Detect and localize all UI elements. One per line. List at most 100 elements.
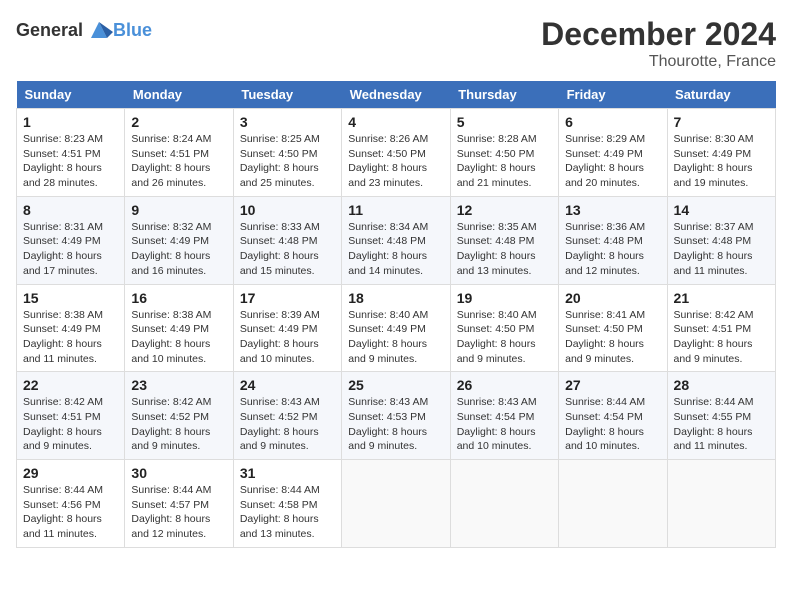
day-info: Sunrise: 8:24 AMSunset: 4:51 PMDaylight:… bbox=[131, 133, 211, 189]
day-info: Sunrise: 8:33 AMSunset: 4:48 PMDaylight:… bbox=[240, 221, 320, 277]
day-number: 15 bbox=[23, 290, 118, 306]
col-monday: Monday bbox=[125, 81, 233, 109]
col-saturday: Saturday bbox=[667, 81, 775, 109]
page-header: General Blue December 2024 Thourotte, Fr… bbox=[16, 16, 776, 71]
day-number: 31 bbox=[240, 465, 335, 481]
title-block: December 2024 Thourotte, France bbox=[541, 16, 776, 71]
table-row: 12 Sunrise: 8:35 AMSunset: 4:48 PMDaylig… bbox=[450, 196, 558, 284]
day-number: 3 bbox=[240, 114, 335, 130]
day-info: Sunrise: 8:34 AMSunset: 4:48 PMDaylight:… bbox=[348, 221, 428, 277]
day-number: 12 bbox=[457, 202, 552, 218]
table-row: 17 Sunrise: 8:39 AMSunset: 4:49 PMDaylig… bbox=[233, 284, 341, 372]
month-title: December 2024 bbox=[541, 16, 776, 53]
day-info: Sunrise: 8:31 AMSunset: 4:49 PMDaylight:… bbox=[23, 221, 103, 277]
day-number: 25 bbox=[348, 377, 443, 393]
day-info: Sunrise: 8:29 AMSunset: 4:49 PMDaylight:… bbox=[565, 133, 645, 189]
table-row: 22 Sunrise: 8:42 AMSunset: 4:51 PMDaylig… bbox=[17, 372, 125, 460]
day-info: Sunrise: 8:23 AMSunset: 4:51 PMDaylight:… bbox=[23, 133, 103, 189]
table-row: 23 Sunrise: 8:42 AMSunset: 4:52 PMDaylig… bbox=[125, 372, 233, 460]
table-row: 25 Sunrise: 8:43 AMSunset: 4:53 PMDaylig… bbox=[342, 372, 450, 460]
day-info: Sunrise: 8:30 AMSunset: 4:49 PMDaylight:… bbox=[674, 133, 754, 189]
day-info: Sunrise: 8:38 AMSunset: 4:49 PMDaylight:… bbox=[131, 309, 211, 365]
table-row: 2 Sunrise: 8:24 AMSunset: 4:51 PMDayligh… bbox=[125, 109, 233, 197]
col-friday: Friday bbox=[559, 81, 667, 109]
table-row: 29 Sunrise: 8:44 AMSunset: 4:56 PMDaylig… bbox=[17, 460, 125, 548]
table-row: 20 Sunrise: 8:41 AMSunset: 4:50 PMDaylig… bbox=[559, 284, 667, 372]
table-row: 28 Sunrise: 8:44 AMSunset: 4:55 PMDaylig… bbox=[667, 372, 775, 460]
table-row: 10 Sunrise: 8:33 AMSunset: 4:48 PMDaylig… bbox=[233, 196, 341, 284]
day-info: Sunrise: 8:28 AMSunset: 4:50 PMDaylight:… bbox=[457, 133, 537, 189]
table-row: 18 Sunrise: 8:40 AMSunset: 4:49 PMDaylig… bbox=[342, 284, 450, 372]
table-row: 1 Sunrise: 8:23 AMSunset: 4:51 PMDayligh… bbox=[17, 109, 125, 197]
day-info: Sunrise: 8:44 AMSunset: 4:54 PMDaylight:… bbox=[565, 396, 645, 452]
day-info: Sunrise: 8:44 AMSunset: 4:57 PMDaylight:… bbox=[131, 484, 211, 540]
table-row: 14 Sunrise: 8:37 AMSunset: 4:48 PMDaylig… bbox=[667, 196, 775, 284]
table-row: 31 Sunrise: 8:44 AMSunset: 4:58 PMDaylig… bbox=[233, 460, 341, 548]
day-info: Sunrise: 8:37 AMSunset: 4:48 PMDaylight:… bbox=[674, 221, 754, 277]
calendar-row: 22 Sunrise: 8:42 AMSunset: 4:51 PMDaylig… bbox=[17, 372, 776, 460]
table-row: 16 Sunrise: 8:38 AMSunset: 4:49 PMDaylig… bbox=[125, 284, 233, 372]
day-number: 13 bbox=[565, 202, 660, 218]
day-number: 11 bbox=[348, 202, 443, 218]
table-row: 30 Sunrise: 8:44 AMSunset: 4:57 PMDaylig… bbox=[125, 460, 233, 548]
table-row bbox=[450, 460, 558, 548]
logo-general: General bbox=[16, 20, 83, 41]
table-row: 27 Sunrise: 8:44 AMSunset: 4:54 PMDaylig… bbox=[559, 372, 667, 460]
day-info: Sunrise: 8:36 AMSunset: 4:48 PMDaylight:… bbox=[565, 221, 645, 277]
day-number: 28 bbox=[674, 377, 769, 393]
col-thursday: Thursday bbox=[450, 81, 558, 109]
day-number: 20 bbox=[565, 290, 660, 306]
day-number: 9 bbox=[131, 202, 226, 218]
table-row: 9 Sunrise: 8:32 AMSunset: 4:49 PMDayligh… bbox=[125, 196, 233, 284]
day-number: 10 bbox=[240, 202, 335, 218]
day-number: 17 bbox=[240, 290, 335, 306]
calendar-header-row: Sunday Monday Tuesday Wednesday Thursday… bbox=[17, 81, 776, 109]
col-wednesday: Wednesday bbox=[342, 81, 450, 109]
day-number: 16 bbox=[131, 290, 226, 306]
table-row: 11 Sunrise: 8:34 AMSunset: 4:48 PMDaylig… bbox=[342, 196, 450, 284]
day-number: 22 bbox=[23, 377, 118, 393]
logo: General Blue bbox=[16, 16, 152, 44]
table-row: 8 Sunrise: 8:31 AMSunset: 4:49 PMDayligh… bbox=[17, 196, 125, 284]
table-row: 5 Sunrise: 8:28 AMSunset: 4:50 PMDayligh… bbox=[450, 109, 558, 197]
day-number: 23 bbox=[131, 377, 226, 393]
day-info: Sunrise: 8:35 AMSunset: 4:48 PMDaylight:… bbox=[457, 221, 537, 277]
day-info: Sunrise: 8:42 AMSunset: 4:52 PMDaylight:… bbox=[131, 396, 211, 452]
day-info: Sunrise: 8:32 AMSunset: 4:49 PMDaylight:… bbox=[131, 221, 211, 277]
day-info: Sunrise: 8:42 AMSunset: 4:51 PMDaylight:… bbox=[674, 309, 754, 365]
day-info: Sunrise: 8:43 AMSunset: 4:52 PMDaylight:… bbox=[240, 396, 320, 452]
day-info: Sunrise: 8:42 AMSunset: 4:51 PMDaylight:… bbox=[23, 396, 103, 452]
day-info: Sunrise: 8:44 AMSunset: 4:55 PMDaylight:… bbox=[674, 396, 754, 452]
day-info: Sunrise: 8:43 AMSunset: 4:53 PMDaylight:… bbox=[348, 396, 428, 452]
day-info: Sunrise: 8:40 AMSunset: 4:49 PMDaylight:… bbox=[348, 309, 428, 365]
table-row bbox=[559, 460, 667, 548]
location-title: Thourotte, France bbox=[541, 53, 776, 71]
day-number: 1 bbox=[23, 114, 118, 130]
calendar-row: 15 Sunrise: 8:38 AMSunset: 4:49 PMDaylig… bbox=[17, 284, 776, 372]
day-number: 6 bbox=[565, 114, 660, 130]
calendar-row: 29 Sunrise: 8:44 AMSunset: 4:56 PMDaylig… bbox=[17, 460, 776, 548]
calendar-table: Sunday Monday Tuesday Wednesday Thursday… bbox=[16, 81, 776, 548]
day-info: Sunrise: 8:43 AMSunset: 4:54 PMDaylight:… bbox=[457, 396, 537, 452]
day-number: 26 bbox=[457, 377, 552, 393]
day-number: 14 bbox=[674, 202, 769, 218]
day-number: 29 bbox=[23, 465, 118, 481]
table-row: 19 Sunrise: 8:40 AMSunset: 4:50 PMDaylig… bbox=[450, 284, 558, 372]
table-row: 3 Sunrise: 8:25 AMSunset: 4:50 PMDayligh… bbox=[233, 109, 341, 197]
day-number: 30 bbox=[131, 465, 226, 481]
day-info: Sunrise: 8:39 AMSunset: 4:49 PMDaylight:… bbox=[240, 309, 320, 365]
table-row bbox=[342, 460, 450, 548]
day-info: Sunrise: 8:26 AMSunset: 4:50 PMDaylight:… bbox=[348, 133, 428, 189]
day-number: 21 bbox=[674, 290, 769, 306]
calendar-row: 1 Sunrise: 8:23 AMSunset: 4:51 PMDayligh… bbox=[17, 109, 776, 197]
day-number: 27 bbox=[565, 377, 660, 393]
calendar-row: 8 Sunrise: 8:31 AMSunset: 4:49 PMDayligh… bbox=[17, 196, 776, 284]
day-info: Sunrise: 8:40 AMSunset: 4:50 PMDaylight:… bbox=[457, 309, 537, 365]
day-info: Sunrise: 8:44 AMSunset: 4:58 PMDaylight:… bbox=[240, 484, 320, 540]
day-number: 19 bbox=[457, 290, 552, 306]
logo-icon bbox=[85, 16, 113, 44]
table-row: 13 Sunrise: 8:36 AMSunset: 4:48 PMDaylig… bbox=[559, 196, 667, 284]
day-number: 7 bbox=[674, 114, 769, 130]
day-number: 5 bbox=[457, 114, 552, 130]
table-row: 7 Sunrise: 8:30 AMSunset: 4:49 PMDayligh… bbox=[667, 109, 775, 197]
